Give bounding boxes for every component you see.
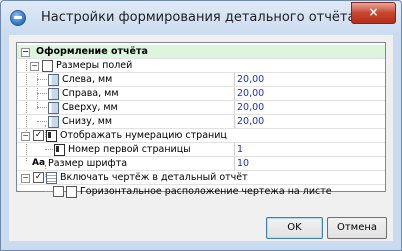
category-label: Оформление отчёта — [36, 46, 148, 57]
margin-value[interactable]: 20,00 — [237, 115, 264, 128]
margin-top-icon — [48, 102, 59, 114]
page-number-icon — [54, 144, 65, 156]
margins-group-label: Размеры полей — [56, 60, 133, 71]
page-numbering-checkbox[interactable]: ✓ — [33, 130, 44, 141]
margin-right-icon — [48, 88, 59, 100]
margin-bottom-icon — [48, 116, 59, 128]
margin-row-bottom[interactable]: Снизу, мм 20,00 — [17, 115, 385, 129]
margin-label: Слева, мм — [62, 74, 113, 85]
column-separator — [234, 87, 235, 100]
tree-line — [37, 93, 47, 94]
include-drawing-row[interactable]: − ✓ Включать чертёж в детальный отчёт — [17, 171, 385, 185]
tree-line — [37, 79, 47, 80]
property-tree: − Оформление отчёта − Размеры полей Слев… — [16, 42, 386, 198]
tree-line — [45, 149, 53, 150]
dialog-client: − Оформление отчёта − Размеры полей Слев… — [9, 35, 393, 241]
margin-row-right[interactable]: Справа, мм 20,00 — [17, 87, 385, 101]
margins-group-row[interactable]: − Размеры полей — [17, 59, 385, 73]
tree-line — [37, 107, 47, 108]
collapse-toggle-icon[interactable]: − — [21, 132, 30, 141]
include-drawing-label: Включать чертёж в детальный отчёт — [60, 172, 248, 183]
horizontal-drawing-row[interactable]: Горизонтальное расположение чертежа на л… — [17, 185, 385, 198]
drawing-icon — [46, 172, 57, 184]
first-page-number-row[interactable]: Номер первой страницы 1 — [17, 143, 385, 157]
margin-row-left[interactable]: Слева, мм 20,00 — [17, 73, 385, 87]
margin-row-top[interactable]: Сверху, мм 20,00 — [17, 101, 385, 115]
page-number-icon — [46, 130, 57, 142]
column-separator — [234, 115, 235, 128]
include-drawing-checkbox[interactable]: ✓ — [33, 172, 44, 183]
title-bar[interactable]: Настройки формирования детального отчёта… — [1, 1, 401, 35]
collapse-toggle-icon[interactable]: − — [21, 174, 30, 183]
window-title: Настройки формирования детального отчёта — [41, 10, 356, 25]
margin-label: Справа, мм — [62, 88, 119, 99]
first-page-number-value[interactable]: 1 — [237, 143, 243, 156]
category-row[interactable]: − Оформление отчёта — [17, 45, 385, 59]
column-separator — [234, 101, 235, 114]
collapse-toggle-icon[interactable]: − — [21, 48, 30, 57]
font-icon: Aa — [32, 158, 46, 168]
tree-line — [37, 121, 47, 122]
column-separator — [234, 73, 235, 86]
margin-value[interactable]: 20,00 — [237, 87, 264, 100]
page-icon — [42, 60, 53, 72]
page-numbering-row[interactable]: − ✓ Отображать нумерацию страниц — [17, 129, 385, 143]
margin-value[interactable]: 20,00 — [237, 73, 264, 86]
dialog-window: Настройки формирования детального отчёта… — [0, 0, 402, 251]
page-icon — [66, 186, 77, 198]
font-size-label: Размер шрифта — [48, 158, 128, 169]
horizontal-drawing-label: Горизонтальное расположение чертежа на л… — [80, 186, 332, 197]
ok-button[interactable]: OK — [266, 217, 323, 239]
margin-label: Снизу, мм — [62, 116, 113, 127]
column-separator — [234, 157, 235, 170]
cancel-button[interactable]: Отмена — [327, 217, 387, 239]
tree-line — [45, 191, 53, 192]
margin-value[interactable]: 20,00 — [237, 101, 264, 114]
margin-left-icon — [48, 74, 59, 86]
column-separator — [234, 143, 235, 156]
close-button[interactable]: × — [351, 2, 396, 24]
margin-label: Сверху, мм — [62, 102, 118, 113]
app-icon — [10, 10, 26, 26]
font-size-value[interactable]: 10 — [237, 157, 249, 170]
first-page-number-label: Номер первой страницы — [68, 144, 191, 155]
collapse-toggle-icon[interactable]: − — [30, 62, 39, 71]
horizontal-drawing-checkbox[interactable] — [53, 186, 64, 197]
font-size-row[interactable]: Aa Размер шрифта 10 — [17, 157, 385, 171]
page-numbering-label: Отображать нумерацию страниц — [60, 130, 227, 141]
